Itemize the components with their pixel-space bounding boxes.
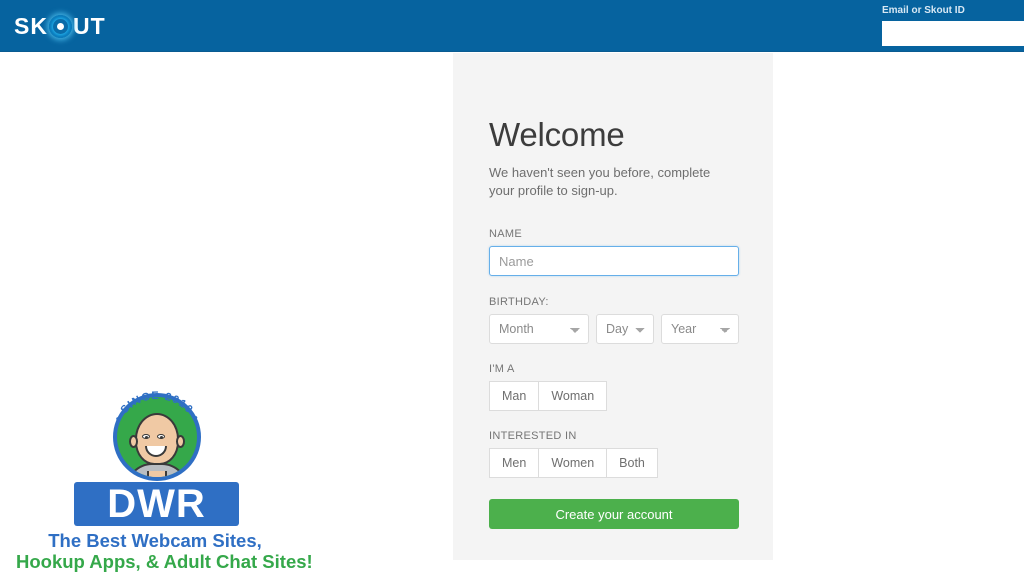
skout-logo-text: SK UT [14, 12, 106, 40]
skout-logo-text-part1: SK [14, 13, 48, 39]
birthday-year-select[interactable]: Year [661, 314, 739, 344]
gender-option-woman[interactable]: Woman [538, 381, 608, 411]
gender-option-man[interactable]: Man [489, 381, 539, 411]
name-field-group: NAME [489, 228, 739, 276]
interested-in-toggle-group: Men Women Both [489, 448, 739, 478]
dwr-wordmark-text: DWR [107, 482, 206, 526]
gender-field-label: I'M A [489, 363, 515, 375]
svg-text:• SINCE 2010 •: • SINCE 2010 • [112, 390, 202, 424]
dwr-tagline-line1: The Best Webcam Sites, [48, 530, 262, 551]
top-header-bar: SK UT Email or Skout ID [0, 0, 1024, 52]
signup-card-content: Welcome We haven't seen you before, comp… [489, 53, 739, 529]
target-ring-dot [56, 22, 64, 30]
header-login-area: Email or Skout ID [882, 4, 1024, 46]
skout-logo-text-part2: UT [72, 13, 106, 39]
interest-option-both[interactable]: Both [606, 448, 658, 478]
dwr-wordmark: DWR [74, 482, 239, 526]
dwr-badge-arc-label: • SINCE 2010 • [112, 390, 201, 424]
dwr-badge-arc-text: • SINCE 2010 • [112, 390, 202, 424]
page-title: Welcome [489, 116, 625, 153]
dwr-badge: • SINCE 2010 • [102, 382, 212, 492]
dwr-watermark-logo: • SINCE 2010 • DWR The Best Webcam Sites… [16, 382, 313, 576]
birthday-month-select[interactable]: Month [489, 314, 589, 344]
birthday-selects-row: Month Day Year [489, 314, 739, 344]
dwr-tagline-line2: Hookup Apps, & Adult Chat Sites! [16, 551, 313, 572]
page-subtitle: We haven't seen you before, complete you… [489, 165, 711, 198]
skout-logo[interactable]: SK UT [14, 12, 106, 40]
birthday-field-label: BIRTHDAY: [489, 296, 549, 308]
interested-in-field-label: INTERESTED IN [489, 430, 577, 442]
email-or-skout-id-input[interactable] [882, 21, 1024, 46]
interest-option-men[interactable]: Men [489, 448, 539, 478]
interested-in-field-group: INTERESTED IN Men Women Both [489, 430, 739, 478]
name-field-label: NAME [489, 228, 522, 240]
gender-field-group: I'M A Man Woman [489, 363, 739, 411]
interest-option-women[interactable]: Women [538, 448, 607, 478]
login-field-label: Email or Skout ID [882, 5, 965, 16]
name-input[interactable] [489, 246, 739, 276]
gender-toggle-group: Man Woman [489, 381, 739, 411]
birthday-day-select[interactable]: Day [596, 314, 654, 344]
create-account-button[interactable]: Create your account [489, 499, 739, 529]
signup-card: Welcome We haven't seen you before, comp… [453, 53, 773, 560]
target-ring-icon [48, 14, 72, 38]
birthday-field-group: BIRTHDAY: Month Day Year [489, 296, 739, 344]
